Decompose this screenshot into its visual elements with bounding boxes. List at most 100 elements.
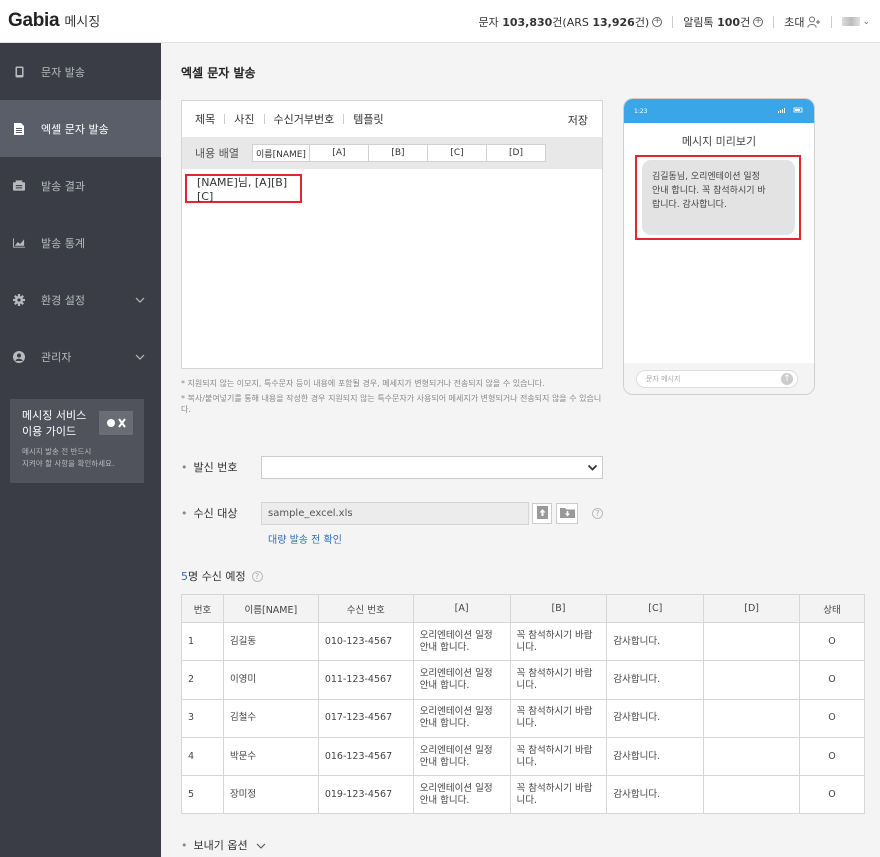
cell-no: 5: [181, 775, 224, 815]
table-row: 1 김길동 010-123-4567 오리엔테이션 일정 안내 합니다. 꼭 참석…: [181, 621, 865, 662]
sidebar-item-admin[interactable]: 관리자: [0, 328, 161, 385]
chevron-down-icon: [587, 462, 598, 476]
message-textarea[interactable]: [NAME]님, [A][B][C]: [185, 174, 302, 203]
cell-a: 오리엔테이션 일정 안내 합니다.: [412, 736, 511, 777]
send-options-toggle[interactable]: • 보내기 옵션: [181, 837, 266, 853]
cell-line: 꼭 참석하시기 바랍: [516, 744, 593, 756]
camera-icon: [99, 411, 133, 439]
cell-line: 니다.: [516, 718, 538, 730]
guide-description: 메시지 발송 전 반드시 지켜야 할 사항을 확인하세요.: [22, 446, 132, 470]
preview-title: 메시지 미리보기: [681, 135, 757, 148]
add-alimtalk-icon[interactable]: +: [753, 16, 764, 27]
content-order-label: 내용 배열: [195, 147, 239, 160]
cell-no: 2: [181, 660, 224, 700]
sender-number-label: • 발신 번호: [181, 461, 238, 474]
tab-subject[interactable]: 제목: [195, 111, 215, 127]
chart-icon: [13, 237, 25, 249]
help-icon[interactable]: ?: [592, 508, 603, 519]
invite-label: 초대: [784, 15, 805, 29]
table-row: 5 장미정 019-123-4567 오리엔테이션 일정 안내 합니다. 꼭 참석…: [181, 775, 865, 815]
order-field-b[interactable]: [B]: [367, 144, 428, 162]
cell-line: 꼭 참석하시기 바랍: [516, 706, 593, 718]
sms-unit: 건(ARS: [552, 15, 589, 29]
top-header: Gabia 메시징 문자 103,830건(ARS 13,926건) + 알림톡…: [0, 0, 880, 43]
bulk-send-check-link[interactable]: 대량 발송 전 확인: [268, 531, 342, 546]
help-icon[interactable]: ?: [251, 570, 263, 582]
cell-line: 안내 합니다.: [419, 679, 470, 691]
column-header: 번호: [181, 594, 224, 623]
upload-button[interactable]: [532, 503, 552, 524]
invite-button[interactable]: 초대: [784, 14, 821, 30]
column-header: [B]: [509, 594, 608, 623]
sidebar-item-label: 관리자: [41, 350, 72, 364]
sidebar-item-sms-send[interactable]: 문자 발송: [0, 43, 161, 100]
divider: [343, 114, 345, 124]
ars-count: 13,926: [592, 15, 635, 29]
cell-b: 꼭 참석하시기 바랍 니다.: [509, 736, 608, 777]
add-sms-icon[interactable]: +: [652, 16, 663, 27]
sidebar-item-send-stats[interactable]: 발송 통계: [0, 214, 161, 271]
preview-bubble-highlight: 김길동님, 오리엔테이션 일정 안내 합니다. 꼭 참석하시기 바 랍니다. 감…: [635, 155, 801, 240]
sidebar-item-label: 발송 결과: [41, 179, 85, 193]
content-order-fields: 이름[NAME] [A] [B] [C] [D]: [251, 144, 546, 162]
logo-text: Gabia: [8, 10, 60, 31]
cell-line: 꼭 참석하시기 바랍: [516, 782, 593, 794]
cell-name: 박문수: [222, 736, 319, 777]
tab-photo[interactable]: 사진: [234, 111, 254, 127]
sidebar-item-excel-send[interactable]: 엑셀 문자 발송: [0, 100, 161, 157]
cell-name: 장미정: [222, 775, 319, 815]
cell-line: 오리엔테이션 일정: [419, 667, 493, 679]
cell-a: 오리엔테이션 일정 안내 합니다.: [412, 775, 511, 815]
cell-c: 감사합니다.: [606, 660, 705, 700]
cell-status: O: [799, 736, 865, 777]
cell-line: 꼭 참석하시기 바랍: [516, 667, 593, 679]
cell-c: 감사합니다.: [606, 775, 705, 815]
tab-template[interactable]: 템플릿: [353, 111, 383, 127]
sidebar-item-label: 발송 통계: [41, 236, 85, 250]
cell-line: 니다.: [516, 641, 538, 653]
column-header: [D]: [703, 594, 801, 623]
cell-phone: 010-123-4567: [317, 621, 414, 662]
divider: [224, 114, 226, 124]
cell-no: 1: [181, 621, 224, 662]
main-content: 엑셀 문자 발송 제목 사진 수신거부번호 템플릿 저장 내용 배열 이름[NA…: [161, 43, 880, 857]
order-field-d[interactable]: [D]: [485, 144, 546, 162]
cell-status: O: [799, 698, 865, 738]
bubble-line: 안내 합니다. 꼭 참석하시기 바: [652, 186, 766, 196]
alimtalk-label: 알림톡: [683, 15, 714, 29]
divider: [831, 15, 833, 28]
send-options-label: 보내기 옵션: [193, 839, 248, 852]
cell-name: 이영미: [222, 660, 319, 700]
sidebar: 문자 발송 엑셀 문자 발송 발송 결과 발송 통계 환경 설정 관리자 메시징…: [0, 43, 161, 857]
cell-c: 감사합니다.: [606, 698, 705, 738]
logo[interactable]: Gabia 메시징: [8, 10, 100, 32]
cell-a: 오리엔테이션 일정 안내 합니다.: [412, 698, 511, 738]
sidebar-item-settings[interactable]: 환경 설정: [0, 271, 161, 328]
order-field-name[interactable]: 이름[NAME]: [251, 144, 310, 162]
editor-toolbar: 제목 사진 수신거부번호 템플릿: [182, 101, 602, 137]
message-text: [NAME]님, [A][B][C]: [197, 176, 288, 203]
editor-notes: * 지원되지 않는 이모지, 특수문자 등이 내용에 포함될 경우, 메세지가 …: [181, 378, 606, 419]
order-field-c[interactable]: [C]: [426, 144, 487, 162]
tab-unsubscribe-number[interactable]: 수신거부번호: [274, 111, 335, 127]
sidebar-item-send-result[interactable]: 발송 결과: [0, 157, 161, 214]
logo-subtitle: 메시징: [64, 15, 101, 30]
recipient-file-input[interactable]: sample_excel.xls: [261, 502, 529, 525]
divider: [672, 15, 674, 28]
account-menu[interactable]: ⌄: [842, 17, 870, 27]
content-order-bar: 내용 배열 이름[NAME] [A] [B] [C] [D]: [182, 137, 602, 169]
download-button[interactable]: [556, 503, 578, 524]
sidebar-item-label: 문자 발송: [41, 65, 85, 79]
service-guide-banner[interactable]: 메시징 서비스 이용 가이드 메시지 발송 전 반드시 지켜야 할 사항을 확인…: [10, 399, 144, 483]
file-name: sample_excel.xls: [268, 508, 353, 519]
preview-message-input: 문자 메시지 ↑: [636, 370, 798, 388]
header-status: 문자 103,830건(ARS 13,926건) + 알림톡 100건 + 초대…: [478, 0, 870, 43]
gear-icon: [13, 293, 25, 306]
sender-number-select[interactable]: [261, 456, 603, 479]
sidebar-item-label: 엑셀 문자 발송: [41, 122, 109, 136]
cell-name: 김철수: [222, 698, 319, 738]
guide-desc-line: 메시지 발송 전 반드시: [22, 447, 92, 456]
order-field-a[interactable]: [A]: [308, 144, 369, 162]
result-icon: [13, 180, 25, 192]
save-button[interactable]: 저장: [568, 112, 588, 128]
